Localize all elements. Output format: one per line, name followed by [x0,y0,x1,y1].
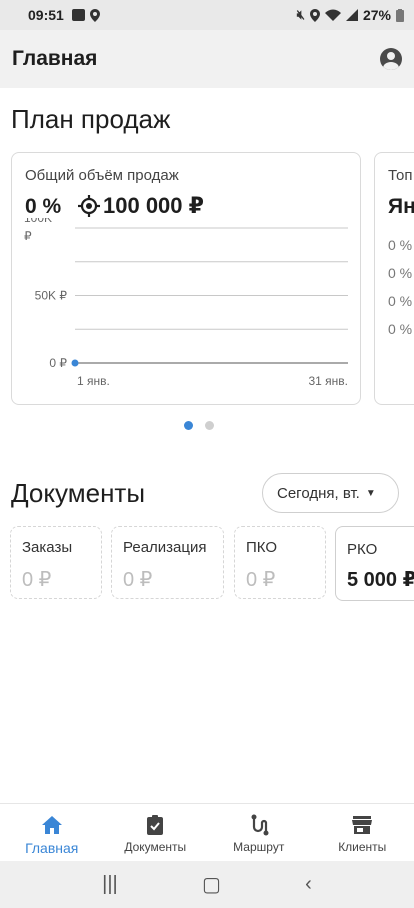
page-title: Главная [12,47,98,70]
clipboard-check-icon [147,815,164,835]
doc-card-label: Заказы [22,539,73,556]
y-tick-label: 0 ₽ [49,356,67,370]
top-card-row: 0 % [388,293,413,309]
top-card-row: 0 % [388,321,413,337]
account-circle-icon[interactable] [380,48,402,70]
top-clients-card[interactable]: Топ Ян 0 % 0 % 0 % 0 % [374,152,414,405]
store-icon [352,816,373,834]
sales-target-value: 100 000 ₽ [103,193,204,218]
route-icon [251,814,269,836]
battery-percent: 27% [362,7,391,23]
doc-card-label: РКО [347,541,378,558]
home-icon [41,816,62,834]
status-time: 09:51 [28,7,64,23]
sales-volume-card[interactable]: Общий объём продаж 0 % 100 000 ₽ 100K ₽50… [11,152,361,405]
pager-dot-active[interactable] [184,421,193,430]
battery-icon [396,8,404,22]
top-card-row: 0 % [388,265,413,281]
doc-card-orders[interactable]: Заказы 0 ₽ [10,526,102,599]
chevron-down-icon: ▼ [365,487,376,499]
nav-item-route[interactable]: Маршрут [207,804,311,861]
nav-label: Клиенты [338,840,387,854]
doc-card-label: Реализация [123,539,207,556]
recent-apps-icon[interactable]: ||| [102,873,118,896]
sales-percent: 0 % [25,195,62,218]
period-select-value: Сегодня, вт. [277,484,360,502]
sales-target: 100 000 ₽ [78,193,204,219]
nav-item-home[interactable]: Главная [0,804,104,861]
sales-volume-label: Общий объём продаж [25,167,179,184]
mute-icon: 🔇︎ [296,7,305,22]
x-tick-label: 31 янв. [308,374,348,388]
y-tick-label: 50K ₽ [35,289,68,303]
doc-card-value: 0 ₽ [246,569,276,591]
x-tick-label: 1 янв. [77,374,110,388]
doc-card-value: 5 000 ₽ [347,569,414,591]
y-tick-label: 100K [24,218,52,225]
status-bar: 09:51 🔇︎ 27% [0,0,414,30]
doc-card-label: ПКО [246,539,278,556]
carousel-pager [184,421,214,430]
back-icon[interactable]: ‹ [305,873,312,896]
y-tick-label-unit: ₽ [24,229,32,243]
top-card-heading: Ян [388,195,414,218]
nav-label: Главная [25,840,79,856]
system-navigation-bar: ||| ▢ ‹ [0,861,414,908]
nav-label: Маршрут [233,840,285,854]
nav-item-clients[interactable]: Клиенты [311,804,414,861]
sales-chart: 100K ₽50K ₽ 0 ₽ 1 янв. 31 янв. [24,218,348,388]
doc-card-value: 0 ₽ [123,569,153,591]
top-card-row: 0 % [388,237,413,253]
app-notification-icon [71,9,85,21]
doc-card-pko[interactable]: ПКО 0 ₽ [234,526,326,599]
doc-card-value: 0 ₽ [22,569,52,591]
location-icon [309,8,320,22]
doc-card-sales[interactable]: Реализация 0 ₽ [111,526,224,599]
app-bar: Главная [0,30,414,88]
home-button-icon[interactable]: ▢ [202,872,221,897]
period-select[interactable]: Сегодня, вт. ▼ [262,473,399,513]
doc-card-rko[interactable]: РКО 5 000 ₽ [335,526,414,601]
top-card-label: Топ [388,167,413,184]
bottom-navigation: Главная Документы Маршрут Клиенты [0,803,414,861]
data-point [71,359,79,367]
wifi-icon [324,9,341,21]
signal-icon [345,9,358,21]
location-icon [89,8,100,22]
target-icon [78,195,100,217]
nav-item-documents[interactable]: Документы [104,804,208,861]
documents-title: Документы [11,478,146,508]
pager-dot[interactable] [205,421,214,430]
nav-label: Документы [124,840,187,854]
sales-plan-title: План продаж [11,104,171,134]
